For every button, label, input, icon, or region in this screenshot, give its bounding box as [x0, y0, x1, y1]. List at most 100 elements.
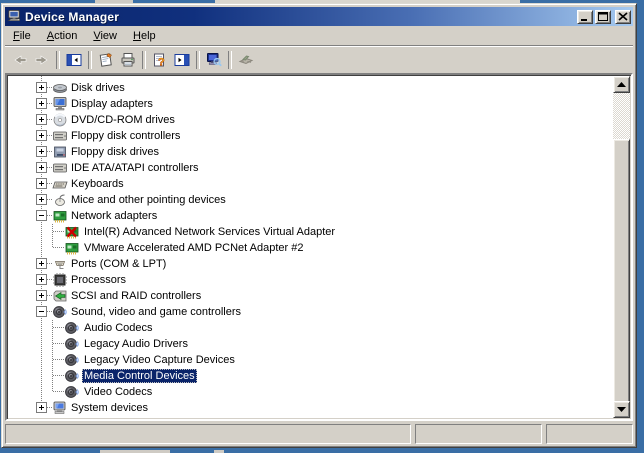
show-hide-action-pane-button[interactable] — [171, 49, 193, 71]
network-card-icon — [64, 240, 80, 256]
tree-item[interactable]: Keyboards — [8, 176, 613, 192]
tree-item-label[interactable]: Intel(R) Advanced Network Services Virtu… — [82, 225, 337, 239]
tree-item[interactable]: Mice and other pointing devices — [8, 192, 613, 208]
vertical-scrollbar[interactable] — [613, 76, 630, 418]
tree-item[interactable]: IDE ATA/ATAPI controllers — [8, 160, 613, 176]
tree-item-label[interactable]: Disk drives — [69, 81, 127, 95]
tree-item[interactable]: Legacy Audio Drivers — [8, 336, 613, 352]
close-button[interactable] — [615, 9, 631, 24]
tree-item[interactable]: SCSI and RAID controllers — [8, 288, 613, 304]
expand-toggle-collapsed[interactable] — [36, 402, 47, 413]
tree-item-label[interactable]: Audio Codecs — [82, 321, 155, 335]
expand-toggle-collapsed[interactable] — [36, 130, 47, 141]
computer-icon[interactable] — [7, 9, 22, 24]
expand-toggle-collapsed[interactable] — [36, 258, 47, 269]
tree-item[interactable]: Audio Codecs — [8, 320, 613, 336]
expand-toggle-collapsed[interactable] — [36, 178, 47, 189]
print-icon — [120, 52, 136, 68]
menu-file[interactable]: File — [7, 28, 37, 44]
tree-item-label[interactable]: Video Codecs — [82, 385, 154, 399]
sound-icon — [64, 368, 80, 384]
tree-connector-line — [53, 359, 64, 360]
network-card-icon — [52, 208, 68, 224]
scrollbar-thumb[interactable] — [613, 139, 630, 407]
tree-item[interactable]: Processors — [8, 272, 613, 288]
disk-drive-icon — [52, 80, 68, 96]
title-bar[interactable]: Device Manager — [5, 7, 633, 26]
tree-item-label[interactable]: Ports (COM & LPT) — [69, 257, 168, 271]
toolbar-separator — [56, 50, 60, 69]
forward-button[interactable] — [31, 49, 53, 71]
pane-right-icon — [174, 52, 190, 68]
svg-text:?: ? — [158, 56, 165, 68]
tree-item-label[interactable]: VMware Accelerated AMD PCNet Adapter #2 — [82, 241, 306, 255]
scroll-up-button[interactable] — [613, 76, 630, 93]
tree-item[interactable]: Ports (COM & LPT) — [8, 256, 613, 272]
tree-item[interactable]: Media Control Devices — [8, 368, 613, 384]
system-icon — [52, 400, 68, 416]
scroll-down-button[interactable] — [613, 401, 630, 418]
tree-item[interactable]: Network adapters — [8, 208, 613, 224]
menu-bar: File Action View Help — [5, 26, 633, 46]
tree-item-label[interactable]: Legacy Video Capture Devices — [82, 353, 237, 367]
driver-button[interactable] — [235, 49, 257, 71]
status-panel — [415, 424, 542, 444]
tree-item[interactable]: System devices — [8, 400, 613, 416]
tree-item-label[interactable]: Floppy disk controllers — [69, 129, 182, 143]
scan-for-hardware-changes-button[interactable] — [203, 49, 225, 71]
tree-item[interactable]: VMware Accelerated AMD PCNet Adapter #2 — [8, 240, 613, 256]
network-card-error-icon — [64, 224, 80, 240]
tree-item-label[interactable]: System devices — [69, 401, 150, 415]
tree-item[interactable]: Legacy Video Capture Devices — [8, 352, 613, 368]
expand-toggle-collapsed[interactable] — [36, 290, 47, 301]
tree-connector-line — [53, 343, 64, 344]
expand-toggle-expanded[interactable] — [36, 306, 47, 317]
expand-toggle-collapsed[interactable] — [36, 146, 47, 157]
tree-item-label[interactable]: Keyboards — [69, 177, 126, 191]
tree-item-label[interactable]: Mice and other pointing devices — [69, 193, 228, 207]
tree-item[interactable]: Video Codecs — [8, 384, 613, 400]
toolbar: ? — [5, 46, 633, 73]
tree-item[interactable]: DVD/CD-ROM drives — [8, 112, 613, 128]
tree-item-label[interactable]: Sound, video and game controllers — [69, 305, 243, 319]
maximize-button[interactable] — [595, 9, 611, 24]
tree-item[interactable]: Display adapters — [8, 96, 613, 112]
tree-item[interactable]: Disk drives — [8, 80, 613, 96]
expand-toggle-collapsed[interactable] — [36, 162, 47, 173]
tree-item[interactable]: Sound, video and game controllers — [8, 304, 613, 320]
tree-item[interactable]: Floppy disk drives — [8, 144, 613, 160]
properties-button[interactable] — [95, 49, 117, 71]
tree-item-label[interactable]: Media Control Devices — [82, 369, 197, 383]
expand-toggle-collapsed[interactable] — [36, 98, 47, 109]
tree-item[interactable]: Intel(R) Advanced Network Services Virtu… — [8, 224, 613, 240]
tree-item[interactable]: Floppy disk controllers — [8, 128, 613, 144]
sound-icon — [64, 384, 80, 400]
show-hide-console-tree-button[interactable] — [63, 49, 85, 71]
tree-item-label[interactable]: Legacy Audio Drivers — [82, 337, 190, 351]
expand-toggle-collapsed[interactable] — [36, 194, 47, 205]
expand-toggle-collapsed[interactable] — [36, 114, 47, 125]
back-button[interactable] — [9, 49, 31, 71]
tree-item-label[interactable]: IDE ATA/ATAPI controllers — [69, 161, 201, 175]
minimize-button[interactable] — [577, 9, 593, 24]
sound-icon — [64, 336, 80, 352]
tree-item-label[interactable]: DVD/CD-ROM drives — [69, 113, 177, 127]
expand-toggle-collapsed[interactable] — [36, 82, 47, 93]
expand-toggle-collapsed[interactable] — [36, 274, 47, 285]
expand-toggle-expanded[interactable] — [36, 210, 47, 221]
menu-action[interactable]: Action — [41, 28, 84, 44]
device-tree: Disk drives Display adapters DVD/CD-ROM dr… — [8, 76, 613, 418]
tree-item-label[interactable]: Network adapters — [69, 209, 159, 223]
status-panel — [5, 424, 411, 444]
window-title: Device Manager — [25, 9, 120, 24]
status-panel — [546, 424, 633, 444]
tree-item-label[interactable]: Processors — [69, 273, 128, 287]
tree-item-label[interactable]: Display adapters — [69, 97, 155, 111]
help-button[interactable]: ? — [149, 49, 171, 71]
tree-item-label[interactable]: Floppy disk drives — [69, 145, 161, 159]
menu-help[interactable]: Help — [127, 28, 162, 44]
menu-view[interactable]: View — [87, 28, 123, 44]
port-icon — [52, 256, 68, 272]
tree-item-label[interactable]: SCSI and RAID controllers — [69, 289, 203, 303]
print-button[interactable] — [117, 49, 139, 71]
